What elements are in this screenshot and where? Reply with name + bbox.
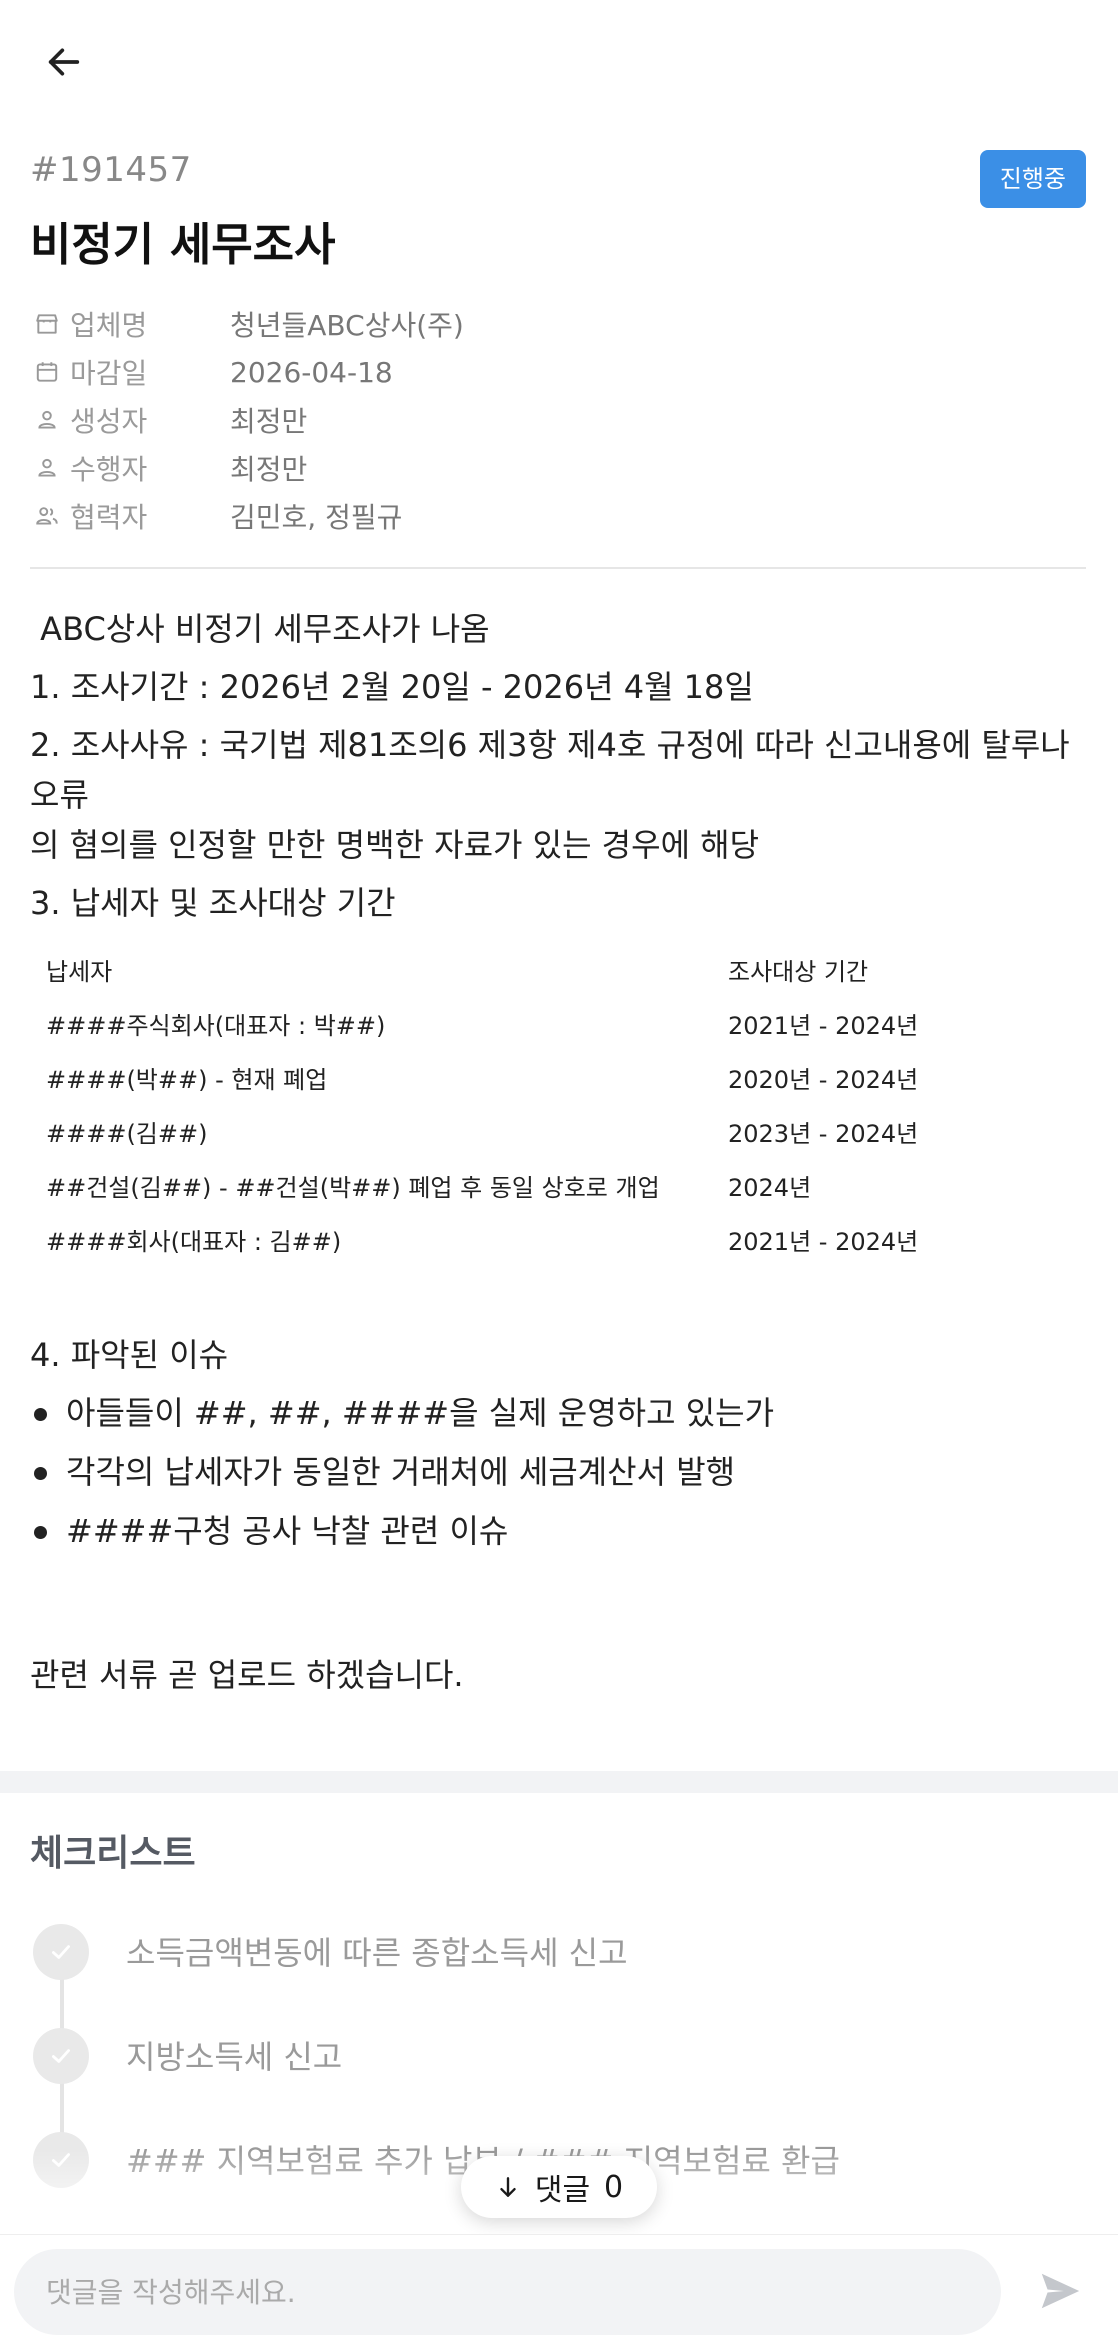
table-cell: 2020년 - 2024년: [728, 1066, 919, 1094]
issues-section: 4. 파악된 이슈 아들들이 ##, ##, ####을 실제 운영하고 있는가…: [30, 1326, 1090, 1561]
issue-bullet: 각각의 납세자가 동일한 거래처에 세금계산서 발행: [30, 1443, 1090, 1502]
table-header: 납세자: [46, 958, 113, 986]
page-title: 비정기 세무조사: [30, 218, 336, 271]
meta-label: 마감일: [70, 357, 148, 390]
arrow-left-icon: [48, 48, 80, 76]
table-header: 조사대상 기간: [728, 958, 869, 986]
meta-label: 수행자: [70, 453, 148, 486]
checklist-item-label: 소득금액변동에 따른 종합소득세 신고: [126, 1934, 628, 1972]
task-header: #191457 진행중 비정기 세무조사: [30, 150, 1086, 271]
meta-row-company: 업체명 청년들ABC상사(주): [30, 300, 1086, 348]
description-intro: ABC상사 비정기 세무조사가 나옴: [30, 610, 490, 648]
assignee-name: 최정만: [230, 453, 308, 486]
meta-label: 생성자: [70, 405, 148, 438]
people-icon: [32, 501, 62, 531]
description-item-2-line-1: 2. 조사사유 : 국기법 제81조의6 제3항 제4호 규정에 따라 신고내용…: [30, 726, 1070, 814]
meta-row-creator: 생성자 최정만: [30, 396, 1086, 444]
table-row: ####회사(대표자 : 김##) 2021년 - 2024년: [30, 1210, 1086, 1264]
back-button[interactable]: [36, 34, 92, 90]
deadline-date: 2026-04-18: [230, 355, 393, 389]
table-cell: 2021년 - 2024년: [728, 1228, 919, 1256]
top-bar: [0, 0, 1118, 116]
send-icon: [1041, 2273, 1080, 2309]
comment-input[interactable]: [14, 2249, 1001, 2335]
table-cell: 2021년 - 2024년: [728, 1012, 919, 1040]
arrow-down-icon: [500, 2177, 516, 2197]
table-cell: 2024년: [728, 1174, 812, 1202]
collaborator-names: 김민호, 정필규: [230, 501, 403, 534]
closing-note: 관련 서류 곧 업로드 하겠습니다.: [30, 1656, 464, 1694]
description-item-1: 1. 조사기간 : 2026년 2월 20일 - 2026년 4월 18일: [30, 668, 754, 706]
status-badge[interactable]: 진행중: [979, 150, 1086, 208]
issues-heading: 4. 파악된 이슈: [30, 1336, 229, 1374]
checkbox[interactable]: [33, 1924, 89, 1980]
checklist-title: 체크리스트: [30, 1833, 196, 1874]
table-cell: 2023년 - 2024년: [728, 1120, 919, 1148]
checklist-section: 체크리스트 소득금액변동에 따른 종합소득세 신고 지방소득세 신고 ### 지…: [30, 1820, 1090, 2188]
checkbox[interactable]: [33, 2028, 89, 2084]
table-cell: ####(박##) - 현재 폐업: [46, 1066, 328, 1094]
checklist-item-label: 지방소득세 신고: [126, 2038, 343, 2076]
company-name: 청년들ABC상사(주): [230, 309, 464, 342]
task-meta: 업체명 청년들ABC상사(주) 마감일 2026-04-18 생성자 최정만 수…: [30, 300, 1086, 540]
check-icon: [52, 1945, 70, 1959]
meta-label: 업체명: [70, 309, 148, 342]
meta-row-assignee: 수행자 최정만: [30, 444, 1086, 492]
check-icon: [52, 2049, 70, 2063]
issue-bullet: ####구청 공사 낙찰 관련 이슈: [30, 1502, 1090, 1561]
comments-count: 0: [604, 2169, 624, 2205]
scroll-to-comments-button[interactable]: 댓글 0: [461, 2156, 657, 2218]
checklist-item[interactable]: 소득금액변동에 따른 종합소득세 신고: [30, 1920, 1090, 1980]
meta-row-deadline: 마감일 2026-04-18: [30, 348, 1086, 396]
description-item-2-line-2: 의 혐의를 인정할 만한 명백한 자료가 있는 경우에 해당: [30, 826, 760, 864]
table-row: ####(김##) 2023년 - 2024년: [30, 1102, 1086, 1156]
table-row: ####주식회사(대표자 : 박##) 2021년 - 2024년: [30, 994, 1086, 1048]
person-icon: [32, 453, 62, 483]
table-header-row: 납세자 조사대상 기간: [30, 940, 1086, 994]
issue-bullet: 아들들이 ##, ##, ####을 실제 운영하고 있는가: [30, 1384, 1090, 1443]
meta-row-collaborators: 협력자 김민호, 정필규: [30, 492, 1086, 540]
table-cell: ##건설(김##) - ##건설(박##) 폐업 후 동일 상호로 개업: [46, 1174, 660, 1202]
description-item-3: 3. 납세자 및 조사대상 기간: [30, 884, 396, 922]
calendar-icon: [32, 357, 62, 387]
table-cell: ####(김##): [46, 1120, 208, 1148]
taxpayer-table: 납세자 조사대상 기간 ####주식회사(대표자 : 박##) 2021년 - …: [30, 940, 1086, 1264]
table-row: ##건설(김##) - ##건설(박##) 폐업 후 동일 상호로 개업 202…: [30, 1156, 1086, 1210]
comment-bar: [0, 2234, 1118, 2338]
table-cell: ####주식회사(대표자 : 박##): [46, 1012, 386, 1040]
task-description: ABC상사 비정기 세무조사가 나옴 1. 조사기간 : 2026년 2월 20…: [30, 600, 1090, 932]
table-row: ####(박##) - 현재 폐업 2020년 - 2024년: [30, 1048, 1086, 1102]
meta-label: 협력자: [70, 501, 148, 534]
send-button[interactable]: [1030, 2261, 1090, 2321]
task-id: #191457: [30, 150, 192, 190]
table-cell: ####회사(대표자 : 김##): [46, 1228, 342, 1256]
creator-name: 최정만: [230, 405, 308, 438]
section-separator: [0, 1771, 1118, 1793]
checklist-item[interactable]: 지방소득세 신고: [30, 2024, 1090, 2084]
store-icon: [32, 309, 62, 339]
divider: [30, 567, 1086, 569]
comments-label: 댓글: [534, 2173, 591, 2208]
person-icon: [32, 405, 62, 435]
